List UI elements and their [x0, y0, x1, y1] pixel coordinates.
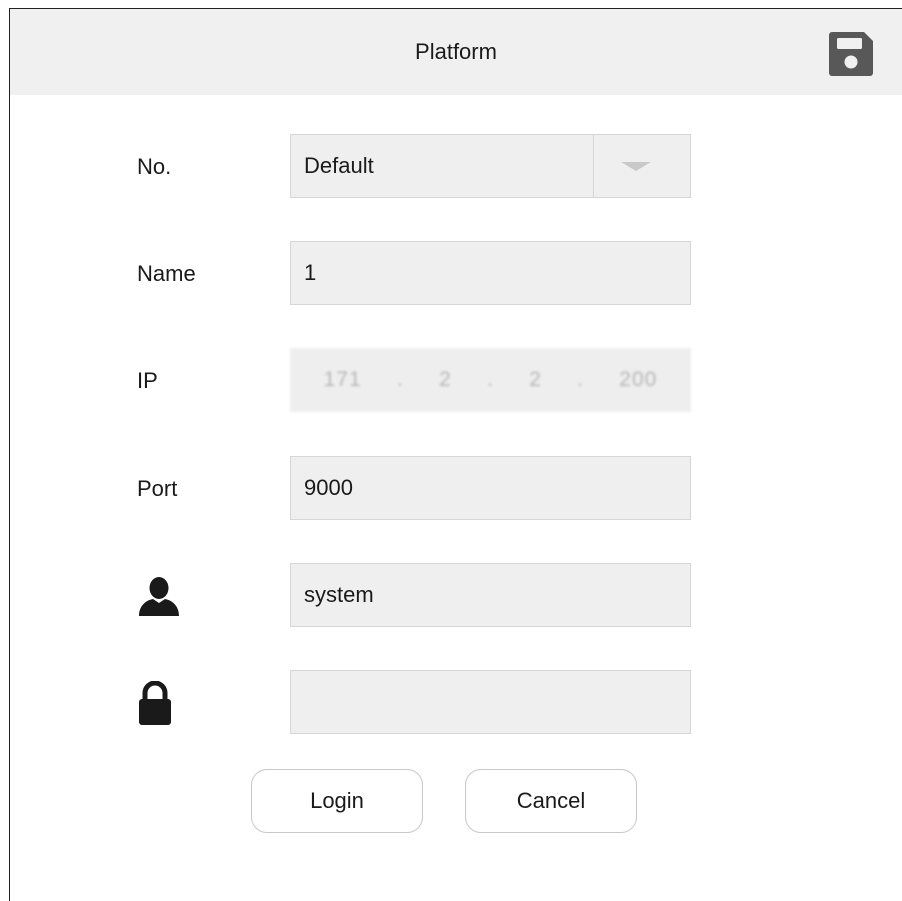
ip-separator: . — [487, 368, 494, 391]
ip-octet-1[interactable]: 171 — [324, 368, 362, 392]
login-button[interactable]: Login — [251, 769, 423, 833]
name-input[interactable]: 1 — [290, 241, 691, 305]
port-input[interactable]: 9000 — [290, 456, 691, 520]
username-input[interactable]: system — [290, 563, 691, 627]
ip-separator: . — [396, 368, 404, 391]
ip-octet-4[interactable]: 200 — [619, 368, 657, 392]
dialog-header: Platform — [10, 9, 902, 95]
save-button[interactable] — [826, 29, 876, 79]
name-label: Name — [137, 261, 196, 286]
port-label: Port — [137, 476, 178, 501]
ip-label: IP — [137, 368, 158, 393]
password-input[interactable] — [290, 670, 691, 734]
save-icon — [829, 32, 873, 76]
chevron-down-icon[interactable] — [621, 162, 651, 171]
no-select-value: Default — [304, 153, 374, 178]
dialog-title: Platform — [415, 39, 497, 64]
row-no: No. Default — [10, 134, 902, 200]
ip-input[interactable]: 171 . 2 . 2 . 200 — [290, 348, 691, 412]
row-name: Name 1 — [10, 241, 902, 307]
name-input-value: 1 — [304, 260, 317, 285]
port-input-value: 9000 — [304, 475, 353, 500]
cancel-button[interactable]: Cancel — [465, 769, 637, 833]
row-ip: IP 171 . 2 . 2 . 200 — [10, 348, 902, 414]
no-label: No. — [137, 154, 172, 179]
username-input-value: system — [304, 582, 374, 607]
row-username: system — [10, 563, 902, 629]
row-port: Port 9000 — [10, 456, 902, 522]
no-select[interactable]: Default — [290, 134, 691, 198]
ip-octet-2[interactable]: 2 — [439, 368, 452, 392]
ip-separator: . — [577, 368, 584, 391]
select-divider — [593, 135, 594, 197]
row-password — [10, 670, 902, 736]
ip-octet-3[interactable]: 2 — [529, 368, 542, 392]
lock-icon — [139, 681, 171, 725]
user-icon — [139, 577, 179, 616]
platform-dialog: Platform No. Default Name 1 IP 171 . 2 .… — [9, 8, 902, 901]
